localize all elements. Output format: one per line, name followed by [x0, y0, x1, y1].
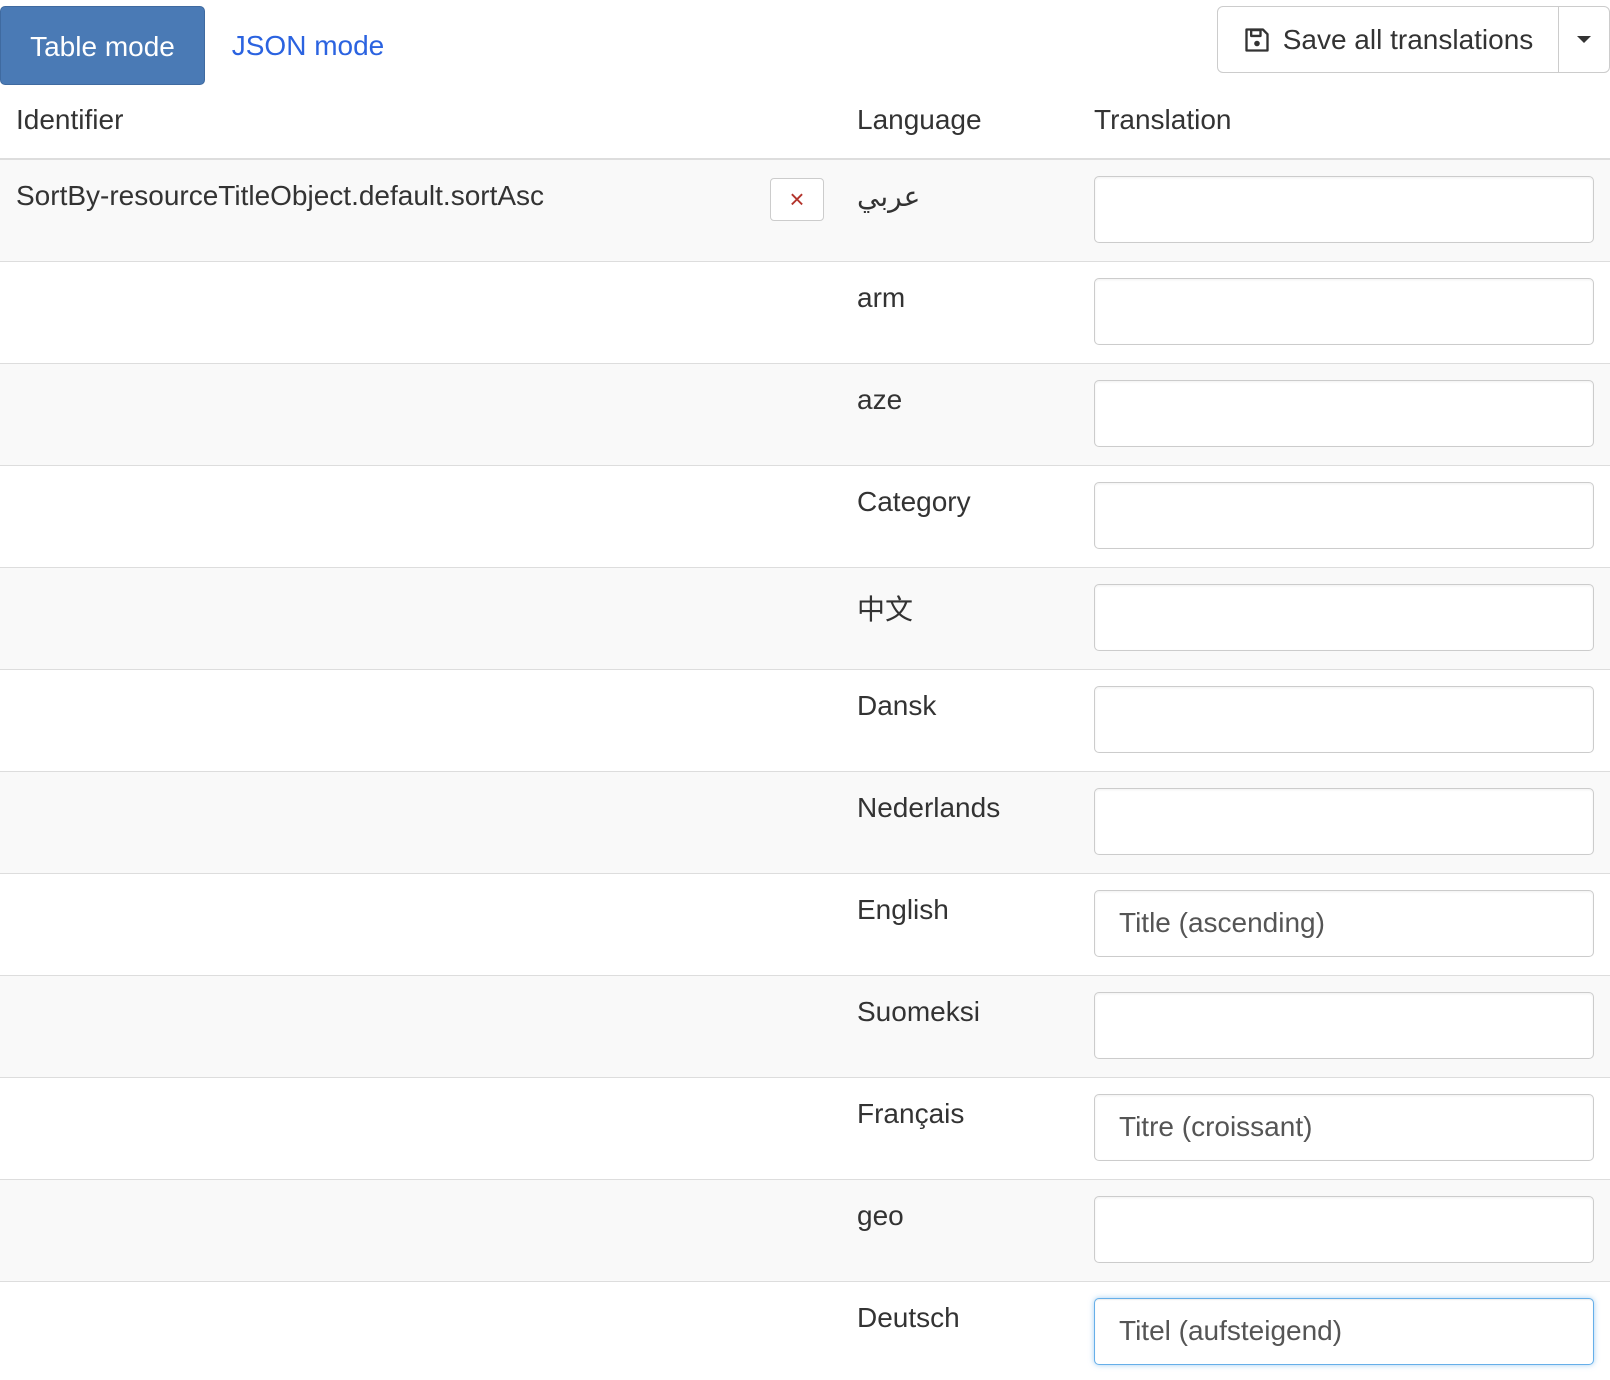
identifier-cell — [0, 1077, 841, 1180]
close-icon: × — [789, 184, 805, 214]
save-button-label: Save all translations — [1282, 23, 1534, 55]
translation-editor: Table mode JSON mode Save all translatio… — [0, 0, 1610, 1380]
table-header-row: Identifier Language Translation — [0, 88, 1610, 160]
translation-cell — [1094, 159, 1610, 262]
save-all-translations-button[interactable]: Save all translations — [1218, 7, 1558, 72]
translation-input[interactable] — [1094, 685, 1594, 753]
translation-cell — [1094, 975, 1610, 1078]
table-mode-tab[interactable]: Table mode — [0, 6, 205, 85]
translation-cell — [1094, 873, 1610, 976]
translation-input[interactable] — [1094, 1093, 1594, 1161]
save-options-dropdown-toggle[interactable] — [1558, 7, 1609, 72]
delete-identifier-button[interactable]: × — [770, 178, 824, 221]
identifier-cell — [0, 1281, 841, 1380]
translation-cell — [1094, 1179, 1610, 1282]
translation-column-header: Translation — [1094, 88, 1610, 160]
translations-table: Identifier Language Translation SortBy-r… — [0, 88, 1610, 1380]
language-cell: English — [841, 873, 1094, 976]
translation-cell — [1094, 363, 1610, 466]
save-button-group: Save all translations — [1217, 6, 1610, 73]
table-row: arm — [0, 261, 1610, 364]
language-cell: Deutsch — [841, 1281, 1094, 1380]
identifier-cell — [0, 1179, 841, 1282]
identifier-cell: SortBy-resourceTitleObject.default.sortA… — [0, 159, 841, 262]
table-row: Deutsch — [0, 1281, 1610, 1380]
language-cell: 中文 — [841, 567, 1094, 670]
floppy-disk-icon — [1245, 27, 1269, 52]
language-cell: aze — [841, 363, 1094, 466]
language-cell: Category — [841, 465, 1094, 568]
translation-cell — [1094, 771, 1610, 874]
table-row: Français — [0, 1077, 1610, 1180]
identifier-cell — [0, 363, 841, 466]
table-row: SortBy-resourceTitleObject.default.sortA… — [0, 159, 1610, 262]
identifier-cell — [0, 873, 841, 976]
translation-cell — [1094, 261, 1610, 364]
translation-input[interactable] — [1094, 176, 1594, 243]
translation-input[interactable] — [1094, 787, 1594, 855]
translation-input[interactable] — [1094, 481, 1594, 549]
language-column-header: Language — [841, 88, 1094, 160]
json-mode-tab[interactable]: JSON mode — [208, 6, 408, 85]
identifier-cell — [0, 771, 841, 874]
language-cell: Suomeksi — [841, 975, 1094, 1078]
language-cell: Français — [841, 1077, 1094, 1180]
translation-cell — [1094, 669, 1610, 772]
language-cell: Dansk — [841, 669, 1094, 772]
translation-input[interactable] — [1094, 379, 1594, 447]
table-row: Suomeksi — [0, 975, 1610, 1078]
table-row: Dansk — [0, 669, 1610, 772]
translation-input-focused[interactable] — [1094, 1297, 1594, 1365]
identifier-cell — [0, 465, 841, 568]
identifier-cell — [0, 975, 841, 1078]
table-row: Nederlands — [0, 771, 1610, 874]
identifier-column-header: Identifier — [0, 88, 841, 160]
translation-input[interactable] — [1094, 277, 1594, 345]
translation-cell — [1094, 465, 1610, 568]
caret-down-icon — [1577, 36, 1591, 43]
identifier-cell — [0, 567, 841, 670]
table-row: geo — [0, 1179, 1610, 1282]
translation-cell — [1094, 1077, 1610, 1180]
table-row: Category — [0, 465, 1610, 568]
identifier-cell — [0, 261, 841, 364]
identifier-text: SortBy-resourceTitleObject.default.sortA… — [16, 180, 545, 211]
identifier-cell — [0, 669, 841, 772]
table-row: 中文 — [0, 567, 1610, 670]
translation-cell — [1094, 1281, 1610, 1380]
translation-input[interactable] — [1094, 991, 1594, 1059]
table-row: aze — [0, 363, 1610, 466]
language-cell: arm — [841, 261, 1094, 364]
translation-input[interactable] — [1094, 583, 1594, 651]
language-cell: عربي — [841, 159, 1094, 262]
translation-input[interactable] — [1094, 1195, 1594, 1263]
table-row: English — [0, 873, 1610, 976]
language-cell: Nederlands — [841, 771, 1094, 874]
translation-input[interactable] — [1094, 889, 1594, 957]
translation-cell — [1094, 567, 1610, 670]
language-cell: geo — [841, 1179, 1094, 1282]
